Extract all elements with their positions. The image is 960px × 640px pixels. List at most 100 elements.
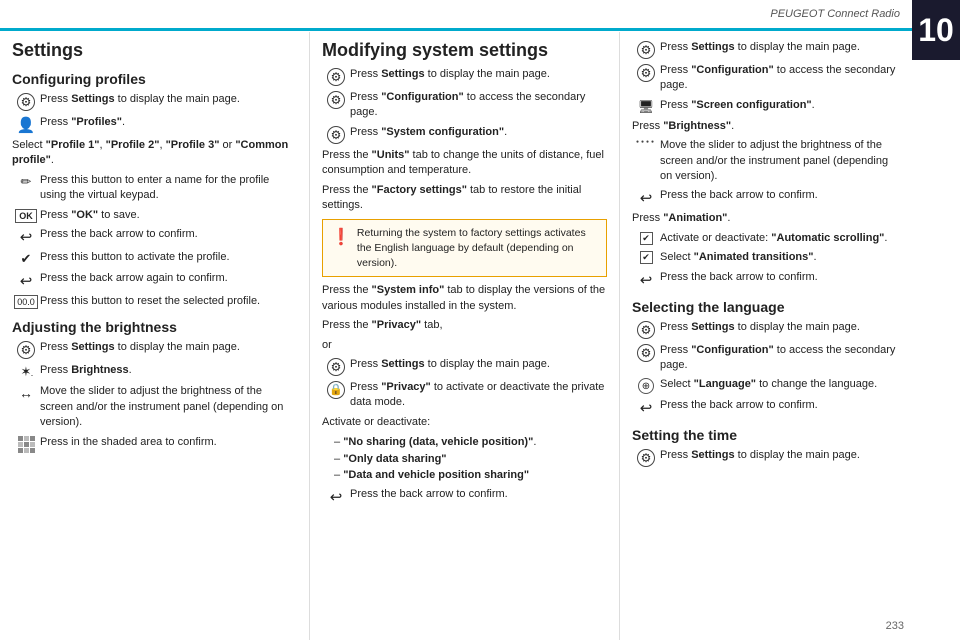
subsection-brightness: Adjusting the brightness <box>12 319 297 335</box>
check-icon: ✔ <box>12 251 40 267</box>
page-number: 233 <box>886 620 904 632</box>
dots-icon: ●●●● <box>632 139 660 145</box>
anim-step-1-text: Activate or deactivate: "Automatic scrol… <box>660 231 900 246</box>
sysinfo-para: Press the "System info" tab to display t… <box>322 283 607 314</box>
bright-step-4: Press in the shaded area to confirm. <box>12 435 297 453</box>
privacy-step-1-text: Press Settings to display the main page. <box>350 357 607 372</box>
slider-icon: ↔ <box>12 385 40 401</box>
screen-icon: 🖥 <box>632 99 660 115</box>
back-icon-anim: ↩ <box>632 271 660 289</box>
lang-step-4: ↩ Press the back arrow to confirm. <box>632 398 900 417</box>
section-title-language: Selecting the language <box>632 299 900 315</box>
profile-step-5: ↩ Press the back arrow again to confirm. <box>12 271 297 290</box>
lang-icon: ⊕ <box>632 378 660 394</box>
back-icon-lang: ↩ <box>632 399 660 417</box>
privacy-step-1: ⚙ Press Settings to display the main pag… <box>322 357 607 376</box>
mod-step-2-text: Press "Configuration" to access the seco… <box>350 90 607 121</box>
right-back-confirm: ↩ Press the back arrow to confirm. <box>632 188 900 207</box>
top-bar: PEUGEOT Connect Radio <box>0 0 960 28</box>
privacy-step-2: 🔒 Press "Privacy" to activate or deactiv… <box>322 380 607 411</box>
right-step-2: ⚙ Press "Configuration" to access the se… <box>632 63 900 94</box>
lang-step-2: ⚙ Press "Configuration" to access the se… <box>632 343 900 374</box>
privacy-bullets: "No sharing (data, vehicle position)". "… <box>330 434 607 484</box>
reset-icon: 00.0 <box>12 295 40 309</box>
bullet-3: "Data and vehicle position sharing" <box>330 467 607 484</box>
subsection-configuring: Configuring profiles <box>12 71 297 87</box>
right-step-1-text: Press Settings to display the main page. <box>660 40 900 55</box>
gear-icon-bright: ⚙ <box>12 341 40 359</box>
config-step-2-text: Press "Profiles". <box>40 115 297 130</box>
lang-step-2-text: Press "Configuration" to access the seco… <box>660 343 900 374</box>
lang-step-4-text: Press the back arrow to confirm. <box>660 398 900 413</box>
right-step-1: ⚙ Press Settings to display the main pag… <box>632 40 900 59</box>
profile-step-6: 00.0 Press this button to reset the sele… <box>12 294 297 309</box>
warning-icon: ❗ <box>331 227 351 249</box>
gear-icon-lang2: ⚙ <box>632 344 660 362</box>
right-brightness-slider: ●●●● Move the slider to adjust the brigh… <box>632 138 900 184</box>
gear-icon-lang1: ⚙ <box>632 321 660 339</box>
header-title: PEUGEOT Connect Radio <box>770 8 900 20</box>
lang-step-3-text: Select "Language" to change the language… <box>660 377 900 392</box>
bullet-1: "No sharing (data, vehicle position)". <box>330 434 607 451</box>
mod-step-3: ⚙ Press "System configuration". <box>322 125 607 144</box>
config-step-2: 👤 Press "Profiles". <box>12 115 297 134</box>
right-brightness-desc: Move the slider to adjust the brightness… <box>660 138 900 184</box>
time-step-1-text: Press Settings to display the main page. <box>660 448 900 463</box>
warning-box: ❗ Returning the system to factory settin… <box>322 219 607 277</box>
gear-icon-priv1: ⚙ <box>322 358 350 376</box>
lock-icon: 🔒 <box>322 381 350 399</box>
right-step-3-text: Press "Screen configuration". <box>660 98 900 113</box>
warning-text: Returning the system to factory settings… <box>357 226 598 270</box>
right-column: ⚙ Press Settings to display the main pag… <box>620 32 912 640</box>
checkbox-icon-1: ✔ <box>632 232 660 245</box>
profile-step-1: ✏ Press this button to enter a name for … <box>12 173 297 204</box>
config-step-1-text: Press Settings to display the main page. <box>40 92 297 107</box>
middle-column: Modifying system settings ⚙ Press Settin… <box>310 32 620 640</box>
left-column: Settings Configuring profiles ⚙ Press Se… <box>0 32 310 640</box>
units-para: Press the "Units" tab to change the unit… <box>322 148 607 179</box>
lang-step-1: ⚙ Press Settings to display the main pag… <box>632 320 900 339</box>
sun-icon: ✶· <box>12 364 40 380</box>
anim-step-3: ↩ Press the back arrow to confirm. <box>632 270 900 289</box>
activate-text: Activate or deactivate: <box>322 415 607 430</box>
anim-step-3-text: Press the back arrow to confirm. <box>660 270 900 285</box>
back-icon-priv: ↩ <box>322 488 350 506</box>
profile-step-5-text: Press the back arrow again to confirm. <box>40 271 297 286</box>
gear-icon-mod2: ⚙ <box>322 91 350 109</box>
gear-icon-r1: ⚙ <box>632 41 660 59</box>
profile-step-6-text: Press this button to reset the selected … <box>40 294 297 309</box>
mod-step-1: ⚙ Press Settings to display the main pag… <box>322 67 607 86</box>
bright-step-1: ⚙ Press Settings to display the main pag… <box>12 340 297 359</box>
anim-step-1: ✔ Activate or deactivate: "Automatic scr… <box>632 231 900 246</box>
privacy-step-2-text: Press "Privacy" to activate or deactivat… <box>350 380 607 411</box>
lang-step-1-text: Press Settings to display the main page. <box>660 320 900 335</box>
config-step-1: ⚙ Press Settings to display the main pag… <box>12 92 297 111</box>
back-icon-1: ↩ <box>12 228 40 246</box>
bright-step-2-text: Press Brightness. <box>40 363 297 378</box>
section-title-time: Setting the time <box>632 427 900 443</box>
pencil-icon: ✏ <box>12 174 40 190</box>
or-text: or <box>322 338 607 353</box>
gear-icon-mod3: ⚙ <box>322 126 350 144</box>
back-icon-2: ↩ <box>12 272 40 290</box>
mod-step-1-text: Press Settings to display the main page. <box>350 67 607 82</box>
ok-icon: OK <box>12 209 40 223</box>
gear-icon-time: ⚙ <box>632 449 660 467</box>
grid-icon <box>12 436 40 453</box>
main-content: Settings Configuring profiles ⚙ Press Se… <box>0 32 912 640</box>
right-step-3: 🖥 Press "Screen configuration". <box>632 98 900 115</box>
section-title-modifying: Modifying system settings <box>322 40 607 61</box>
gear-icon-1: ⚙ <box>12 93 40 111</box>
bright-step-2: ✶· Press Brightness. <box>12 363 297 380</box>
right-back-confirm-text: Press the back arrow to confirm. <box>660 188 900 203</box>
privacy-confirm-text: Press the back arrow to confirm. <box>350 487 607 502</box>
factory-para: Press the "Factory settings" tab to rest… <box>322 183 607 214</box>
section-title-settings: Settings <box>12 40 297 61</box>
mod-step-2: ⚙ Press "Configuration" to access the se… <box>322 90 607 121</box>
profile-step-3-text: Press the back arrow to confirm. <box>40 227 297 242</box>
mod-step-3-text: Press "System configuration". <box>350 125 607 140</box>
chapter-number: 10 <box>912 0 960 60</box>
profile-step-2: OK Press "OK" to save. <box>12 208 297 223</box>
profile-step-4-text: Press this button to activate the profil… <box>40 250 297 265</box>
profile-step-3: ↩ Press the back arrow to confirm. <box>12 227 297 246</box>
